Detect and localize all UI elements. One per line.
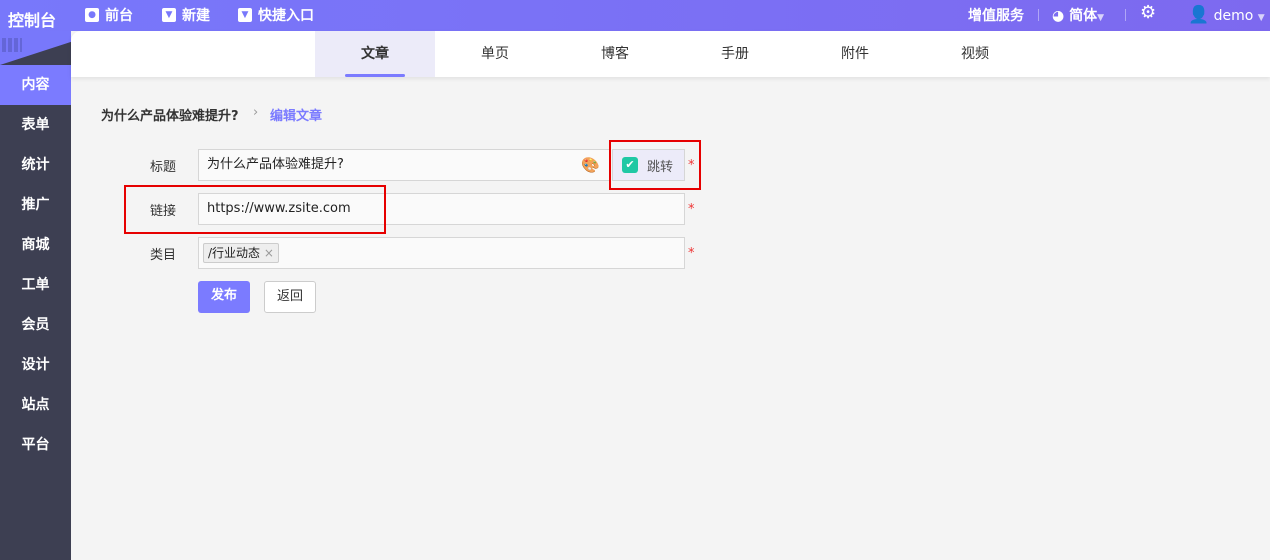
title-input[interactable]: 为什么产品体验难提升? 🎨 — [198, 149, 611, 181]
category-select[interactable]: /行业动态 × — [198, 237, 685, 269]
sidebar-item-content[interactable]: 内容 — [0, 65, 71, 105]
required-star: * — [688, 246, 695, 261]
title-label: 标题 — [150, 160, 177, 175]
frontend-label: 前台 — [105, 8, 133, 24]
sidebar-item-platform[interactable]: 平台 — [0, 425, 71, 465]
sidebar-item-promotion[interactable]: 推广 — [0, 185, 71, 225]
tab-videos[interactable]: 视频 — [915, 31, 1035, 77]
tab-manual[interactable]: 手册 — [675, 31, 795, 77]
tab-attachments[interactable]: 附件 — [795, 31, 915, 77]
language-label: 简体 — [1069, 8, 1098, 24]
frontend-link[interactable]: ● 前台 — [85, 5, 133, 25]
user-menu[interactable]: 👤 demo ▼ — [1188, 5, 1265, 25]
tab-articles[interactable]: 文章 — [315, 31, 435, 77]
title-value: 为什么产品体验难提升? — [207, 157, 344, 172]
sidebar-decoration — [2, 38, 22, 52]
globe-icon: ◕ — [1052, 8, 1065, 24]
tab-blog[interactable]: 博客 — [555, 31, 675, 77]
user-icon: 👤 — [1188, 5, 1210, 25]
new-label: 新建 — [182, 8, 210, 24]
shortcut-menu[interactable]: ▼ 快捷入口 — [238, 5, 314, 25]
sidebar-item-tickets[interactable]: 工单 — [0, 265, 71, 305]
shortcut-label: 快捷入口 — [258, 8, 314, 24]
required-star: * — [688, 202, 695, 217]
tab-pages[interactable]: 单页 — [435, 31, 555, 77]
caret-down-box-icon: ▼ — [162, 8, 176, 22]
category-label: 类目 — [150, 248, 177, 263]
tab-bar: 文章 单页 博客 手册 附件 视频 — [71, 31, 1270, 77]
breadcrumb-parent[interactable]: 为什么产品体验难提升? — [101, 105, 239, 124]
breadcrumb-separator: › — [253, 105, 259, 120]
language-select[interactable]: ◕ 简体▼ — [1052, 5, 1104, 25]
sidebar-item-stats[interactable]: 统计 — [0, 145, 71, 185]
eye-icon: ● — [85, 8, 99, 22]
gear-icon[interactable]: ⚙ — [1140, 2, 1156, 23]
sidebar-item-mall[interactable]: 商城 — [0, 225, 71, 265]
highlight-box — [124, 185, 386, 234]
sidebar-item-design[interactable]: 设计 — [0, 345, 71, 385]
close-icon[interactable]: × — [264, 246, 274, 260]
breadcrumb-current: 编辑文章 — [270, 109, 323, 124]
category-tag: /行业动态 × — [203, 243, 279, 263]
sidebar-item-site[interactable]: 站点 — [0, 385, 71, 425]
new-menu[interactable]: ▼ 新建 — [162, 5, 210, 25]
highlight-box — [609, 140, 701, 190]
caret-down-box-icon: ▼ — [238, 8, 252, 22]
divider — [1038, 9, 1039, 21]
chevron-down-icon: ▼ — [1097, 13, 1105, 23]
category-tag-label: /行业动态 — [208, 246, 261, 260]
value-added-link[interactable]: 增值服务 — [968, 5, 1024, 25]
top-bar: 控制台 ● 前台 ▼ 新建 ▼ 快捷入口 增值服务 ◕ 简体▼ ⚙ 👤 demo ▼ — [0, 0, 1270, 31]
sidebar-item-forms[interactable]: 表单 — [0, 105, 71, 145]
chevron-down-icon: ▼ — [1257, 13, 1265, 23]
user-name: demo — [1213, 8, 1254, 24]
divider — [1125, 9, 1126, 21]
sidebar-item-members[interactable]: 会员 — [0, 305, 71, 345]
back-button[interactable]: 返回 — [264, 281, 316, 313]
palette-icon[interactable]: 🎨 — [581, 150, 600, 180]
publish-button[interactable]: 发布 — [198, 281, 250, 313]
logo[interactable]: 控制台 — [8, 7, 56, 31]
